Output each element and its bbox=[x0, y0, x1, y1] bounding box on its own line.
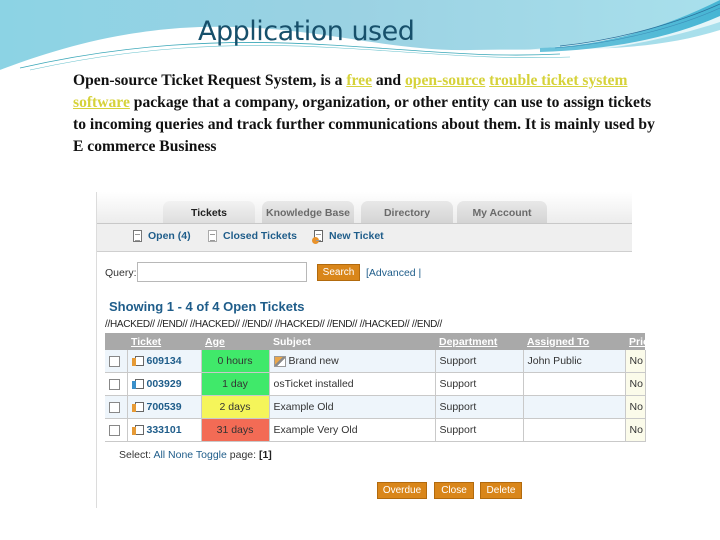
ticket-cell[interactable]: 333101 bbox=[127, 418, 202, 442]
table-row[interactable]: 333101 31 days Example Very Old Support No bbox=[105, 418, 646, 442]
advanced-search-link[interactable]: [Advanced | bbox=[366, 267, 421, 279]
select-toggle-link[interactable]: Toggle bbox=[196, 449, 227, 461]
page-label: page: bbox=[226, 449, 259, 461]
subject-cell[interactable]: Example Old bbox=[269, 395, 436, 419]
row-select-cell bbox=[105, 372, 128, 396]
ticket-icon bbox=[131, 424, 144, 436]
priority-cell: No bbox=[625, 372, 646, 396]
priority-cell: No bbox=[625, 395, 646, 419]
sub-navigation: Open (4) Closed Tickets New Ticket bbox=[97, 224, 632, 252]
row-checkbox[interactable] bbox=[109, 401, 120, 413]
delete-button[interactable]: Delete bbox=[480, 482, 522, 499]
ticket-number[interactable]: 609134 bbox=[147, 355, 182, 367]
subject-text[interactable]: Brand new bbox=[289, 355, 339, 367]
header-department[interactable]: Department bbox=[435, 333, 523, 350]
priority-cell: No bbox=[625, 418, 646, 442]
subnav-new-label: New Ticket bbox=[329, 230, 384, 242]
ticket-icon bbox=[131, 401, 144, 413]
injected-text: //HACKED// //END// //HACKED// //END// //… bbox=[105, 319, 443, 330]
page-number[interactable]: [1] bbox=[259, 449, 272, 461]
header-ticket[interactable]: Ticket bbox=[127, 333, 201, 350]
select-all-link[interactable]: All bbox=[153, 449, 165, 461]
ticket-checked-icon bbox=[131, 378, 144, 390]
table-row[interactable]: 700539 2 days Example Old Support No bbox=[105, 395, 646, 419]
select-none-link[interactable]: None bbox=[168, 449, 193, 461]
subnav-closed-tickets[interactable]: Closed Tickets bbox=[208, 230, 297, 242]
subject-text[interactable]: Example Very Old bbox=[274, 424, 358, 436]
subnav-new-ticket[interactable]: New Ticket bbox=[312, 230, 384, 244]
body-and: and bbox=[372, 72, 405, 89]
row-checkbox[interactable] bbox=[109, 378, 120, 390]
tab-tickets[interactable]: Tickets bbox=[163, 201, 255, 223]
table-header-row: Ticket Age Subject Department Assigned T… bbox=[105, 333, 654, 350]
department-cell: Support bbox=[435, 350, 524, 373]
tab-my-account[interactable]: My Account bbox=[457, 201, 547, 223]
ticket-cell[interactable]: 003929 bbox=[127, 372, 202, 396]
assigned-cell bbox=[523, 395, 626, 419]
link-free[interactable]: free bbox=[346, 72, 372, 89]
slide-body-text: Open-source Ticket Request System, is a … bbox=[73, 70, 663, 158]
row-select-cell bbox=[105, 350, 128, 373]
header-priority[interactable]: Prior bbox=[625, 333, 654, 350]
select-label: Select: bbox=[119, 449, 154, 461]
row-select-cell bbox=[105, 395, 128, 419]
slide-title: Application used bbox=[198, 16, 415, 47]
close-button[interactable]: Close bbox=[434, 482, 474, 499]
header-age[interactable]: Age bbox=[201, 333, 269, 350]
priority-cell: No bbox=[625, 350, 646, 373]
ticket-number[interactable]: 333101 bbox=[147, 424, 182, 436]
subject-cell[interactable]: Example Very Old bbox=[269, 418, 436, 442]
header-assigned-to[interactable]: Assigned To bbox=[523, 333, 625, 350]
department-cell: Support bbox=[435, 395, 524, 419]
new-ticket-icon bbox=[312, 230, 323, 244]
select-controls: Select: All None Toggle page: [1] bbox=[119, 449, 272, 461]
query-label: Query: bbox=[105, 267, 137, 279]
showing-heading: Showing 1 - 4 of 4 Open Tickets bbox=[109, 299, 305, 314]
age-cell: 2 days bbox=[201, 395, 270, 419]
ticket-cell[interactable]: 609134 bbox=[127, 350, 202, 373]
tab-directory[interactable]: Directory bbox=[361, 201, 453, 223]
age-cell: 0 hours bbox=[201, 350, 270, 373]
subnav-open-label: Open (4) bbox=[148, 230, 191, 242]
link-trouble-ticket-system[interactable]: trouble ticket system bbox=[489, 72, 627, 89]
overdue-button[interactable]: Overdue bbox=[377, 482, 427, 499]
department-cell: Support bbox=[435, 372, 524, 396]
ticket-icon bbox=[131, 355, 144, 367]
search-button[interactable]: Search bbox=[317, 264, 360, 281]
age-cell: 31 days bbox=[201, 418, 270, 442]
ticket-number[interactable]: 700539 bbox=[147, 401, 182, 413]
subject-cell[interactable]: osTicket installed bbox=[269, 372, 436, 396]
row-checkbox[interactable] bbox=[109, 424, 120, 436]
ticket-cell[interactable]: 700539 bbox=[127, 395, 202, 419]
edit-note-icon bbox=[273, 355, 286, 367]
subnav-closed-label: Closed Tickets bbox=[223, 230, 297, 242]
row-select-cell bbox=[105, 418, 128, 442]
main-tab-bar: Tickets Knowledge Base Directory My Acco… bbox=[97, 192, 632, 224]
app-screenshot: Tickets Knowledge Base Directory My Acco… bbox=[96, 192, 654, 508]
ticket-number[interactable]: 003929 bbox=[147, 378, 182, 390]
tickets-table: Ticket Age Subject Department Assigned T… bbox=[105, 333, 654, 442]
age-cell: 1 day bbox=[201, 372, 270, 396]
header-select bbox=[105, 333, 127, 350]
document-icon bbox=[133, 230, 142, 242]
tab-knowledge-base[interactable]: Knowledge Base bbox=[262, 201, 354, 223]
table-row[interactable]: 003929 1 day osTicket installed Support No bbox=[105, 372, 646, 396]
query-input[interactable] bbox=[137, 262, 307, 282]
subject-cell[interactable]: Brand new bbox=[269, 350, 436, 373]
link-open-source[interactable]: open-source bbox=[405, 72, 485, 89]
header-subject: Subject bbox=[269, 333, 435, 350]
assigned-cell bbox=[523, 372, 626, 396]
assigned-cell bbox=[523, 418, 626, 442]
subnav-open[interactable]: Open (4) bbox=[133, 230, 191, 242]
link-software[interactable]: software bbox=[73, 94, 130, 111]
document-icon bbox=[208, 230, 217, 242]
body-rest: package that a company, organization, or… bbox=[73, 94, 655, 155]
assigned-cell: John Public bbox=[523, 350, 626, 373]
table-row[interactable]: 609134 0 hours Brand new Support John Public… bbox=[105, 350, 646, 373]
subject-text[interactable]: osTicket installed bbox=[274, 378, 354, 390]
body-intro: Open-source Ticket Request System, is a bbox=[73, 72, 347, 89]
subject-text[interactable]: Example Old bbox=[274, 401, 334, 413]
department-cell: Support bbox=[435, 418, 524, 442]
row-checkbox[interactable] bbox=[109, 355, 120, 367]
